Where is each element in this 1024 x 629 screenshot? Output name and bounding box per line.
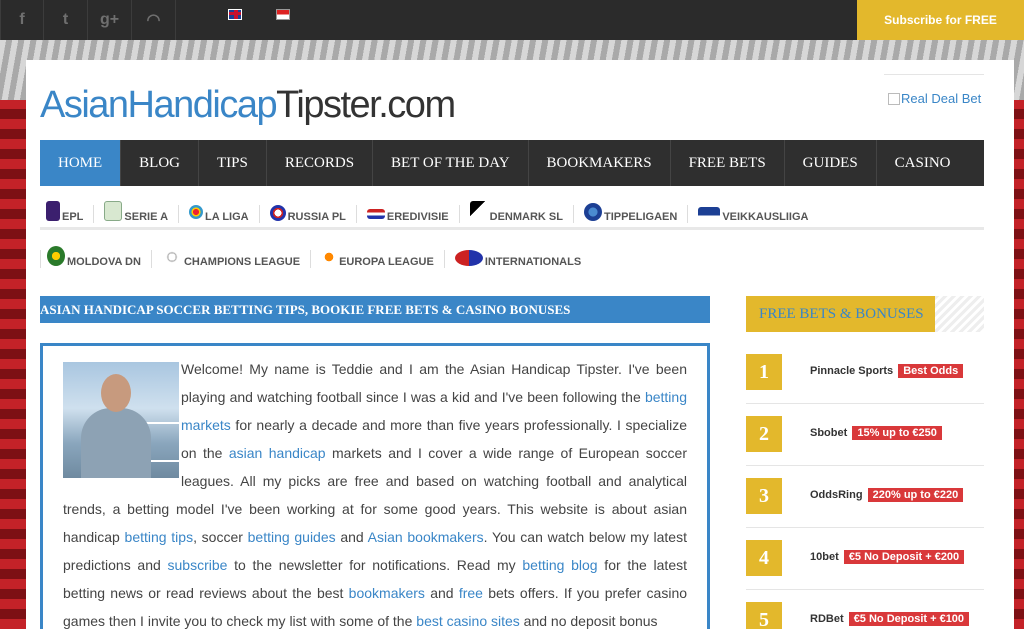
broken-image-icon	[888, 93, 900, 105]
content-heading: ASIAN HANDICAP SOCCER BETTING TIPS, BOOK…	[40, 296, 710, 323]
league-europa-league[interactable]: EUROPA LEAGUE	[310, 248, 444, 268]
link-betting-guides[interactable]: betting guides	[248, 529, 336, 545]
twitter-icon[interactable]: t	[44, 0, 88, 40]
league-internationals[interactable]: INTERNATIONALS	[443, 250, 591, 268]
league-tippeligaen[interactable]: TIPPELIGAEN	[572, 203, 687, 223]
indonesia-flag-icon[interactable]	[276, 9, 290, 20]
main-panel: AsianHandicapTipster.com Real Deal Bet H…	[26, 60, 1014, 629]
serie-a-logo-icon	[104, 201, 123, 221]
author-photo	[63, 362, 179, 478]
bonus-rank: 1	[746, 354, 782, 390]
internationals-logo-icon	[454, 250, 483, 266]
league-links: EPL SERIE A LA LIGA RUSSIA PL EREDIVISIE…	[40, 196, 984, 272]
tippeligaen-logo-icon	[583, 203, 602, 221]
bonus-offer-badge: 220% up to €220	[867, 488, 964, 502]
bonus-name: 10bet	[810, 551, 839, 563]
bonus-offer-badge: €5 No Deposit + €100	[848, 612, 970, 626]
header-ad: Real Deal Bet	[884, 74, 984, 120]
league-eredivisie[interactable]: EREDIVISIE	[355, 205, 459, 223]
subscribe-button[interactable]: Subscribe for FREE	[857, 0, 1024, 40]
bonus-item[interactable]: 5 RDBet €5 No Deposit + €100	[746, 590, 984, 629]
league-champions-league[interactable]: CHAMPIONS LEAGUE	[150, 250, 310, 268]
bonus-name: RDBet	[810, 613, 844, 625]
bonus-name: Sbobet	[810, 427, 848, 439]
header-ad-alt: Real Deal Bet	[901, 91, 982, 106]
sidebar-heading: FREE BETS & BONUSES	[746, 296, 984, 332]
league-denmark-sl[interactable]: DENMARK SL	[458, 201, 573, 223]
logo-text-1: AsianHandicap	[40, 84, 278, 126]
bonus-rank: 2	[746, 416, 782, 452]
bonus-offer-badge: 15% up to €250	[852, 426, 942, 440]
nav-tips[interactable]: TIPS	[199, 140, 267, 186]
link-bookmakers[interactable]: bookmakers	[349, 585, 425, 601]
stadium-seats-left	[0, 100, 26, 629]
league-serie-a[interactable]: SERIE A	[93, 201, 178, 223]
europa-league-logo-icon	[321, 248, 338, 266]
facebook-icon[interactable]: f	[0, 0, 44, 40]
bonus-offer-badge: Best Odds	[898, 364, 964, 378]
main-nav: HOME BLOG TIPS RECORDS BET OF THE DAY BO…	[40, 140, 984, 186]
link-free[interactable]: free	[459, 585, 483, 601]
bonus-item[interactable]: 3 OddsRing 220% up to €220	[746, 466, 984, 528]
sidebar-heading-label: FREE BETS & BONUSES	[746, 296, 935, 332]
nav-free-bets[interactable]: FREE BETS	[671, 140, 785, 186]
league-row-1: EPL SERIE A LA LIGA RUSSIA PL EREDIVISIE…	[40, 196, 984, 230]
bonus-list: 1 Pinnacle Sports Best Odds 2 Sbobet 15%…	[746, 342, 984, 629]
nav-casino[interactable]: CASINO	[877, 140, 969, 186]
nav-guides[interactable]: GUIDES	[785, 140, 877, 186]
moldova-dn-logo-icon	[47, 246, 65, 266]
bonus-rank: 4	[746, 540, 782, 576]
bonus-item[interactable]: 1 Pinnacle Sports Best Odds	[746, 342, 984, 404]
bonus-item[interactable]: 4 10bet €5 No Deposit + €200	[746, 528, 984, 590]
nav-bookmakers[interactable]: BOOKMAKERS	[529, 140, 671, 186]
la-liga-logo-icon	[189, 205, 204, 219]
bonus-name: OddsRing	[810, 489, 863, 501]
bonus-rank: 3	[746, 478, 782, 514]
bonus-name: Pinnacle Sports	[810, 365, 894, 377]
league-epl[interactable]: EPL	[40, 201, 93, 223]
google-plus-icon[interactable]: g+	[88, 0, 132, 40]
nav-home[interactable]: HOME	[40, 140, 122, 186]
league-veikkausliiga[interactable]: VEIKKAUSLIIGA	[687, 205, 818, 223]
link-subscribe[interactable]: subscribe	[168, 557, 228, 573]
uk-flag-icon[interactable]	[228, 9, 242, 20]
league-russia-pl[interactable]: RUSSIA PL	[258, 205, 356, 223]
epl-logo-icon	[46, 201, 60, 221]
top-bar: f t g+ ◠ Subscribe for FREE	[0, 0, 1024, 40]
league-moldova-dn[interactable]: MOLDOVA DN	[40, 246, 151, 268]
social-links: f t g+ ◠	[0, 0, 176, 40]
site-logo[interactable]: AsianHandicapTipster.com	[40, 84, 456, 127]
sidebar-heading-stripes	[935, 296, 984, 332]
link-betting-tips[interactable]: betting tips	[125, 529, 194, 545]
header-ad-link[interactable]: Real Deal Bet	[888, 91, 981, 106]
league-row-2: MOLDOVA DN CHAMPIONS LEAGUE EUROPA LEAGU…	[40, 230, 984, 272]
denmark-sl-logo-icon	[469, 201, 488, 221]
nav-bet-of-the-day[interactable]: BET OF THE DAY	[373, 140, 529, 186]
intro-box: Welcome! My name is Teddie and I am the …	[40, 343, 710, 629]
link-best-casino-sites[interactable]: best casino sites	[416, 613, 520, 629]
nav-records[interactable]: RECORDS	[267, 140, 374, 186]
logo-text-2: Tipster	[276, 84, 380, 126]
logo-text-3: .com	[378, 84, 456, 126]
league-la-liga[interactable]: LA LIGA	[178, 205, 259, 223]
bonus-item[interactable]: 2 Sbobet 15% up to €250	[746, 404, 984, 466]
link-betting-blog[interactable]: betting blog	[522, 557, 597, 573]
russia-pl-logo-icon	[269, 205, 286, 221]
rss-icon[interactable]: ◠	[132, 0, 176, 40]
eredivisie-logo-icon	[366, 209, 385, 219]
champions-league-logo-icon	[161, 250, 182, 264]
bonus-rank: 5	[746, 602, 782, 629]
bonus-offer-badge: €5 No Deposit + €200	[843, 550, 965, 564]
link-asian-handicap[interactable]: asian handicap	[229, 445, 326, 461]
nav-blog[interactable]: BLOG	[121, 140, 200, 186]
link-asian-bookmakers[interactable]: Asian bookmakers	[368, 529, 484, 545]
veikkausliiga-logo-icon	[698, 207, 721, 221]
